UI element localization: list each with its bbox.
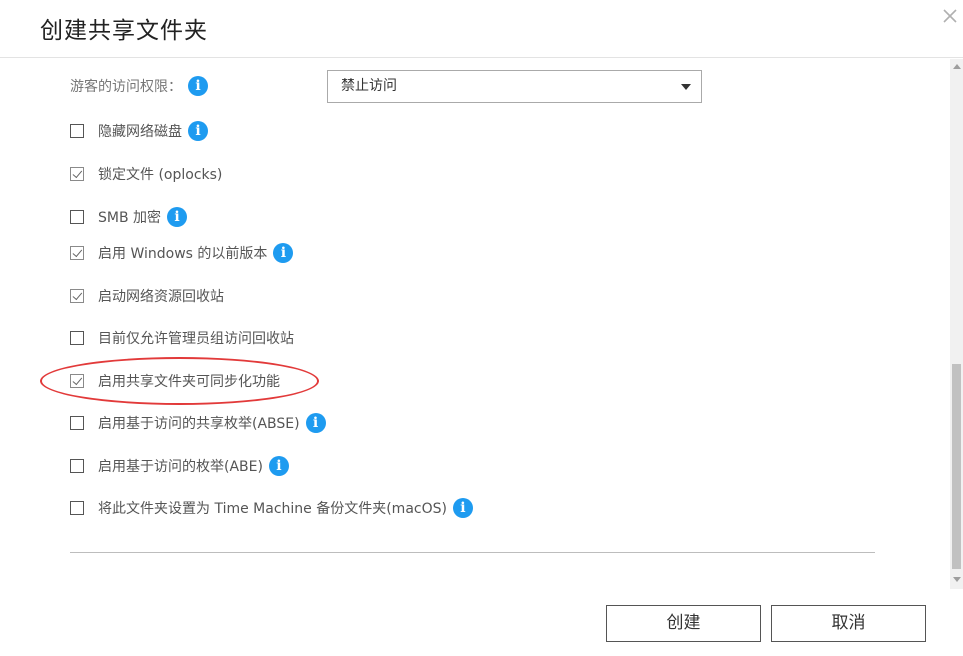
close-icon[interactable] — [938, 4, 962, 28]
dialog-header: 创建共享文件夹 — [0, 0, 963, 58]
option-label: SMB 加密 — [98, 210, 162, 226]
info-icon[interactable]: i — [268, 456, 289, 476]
option-label: 将此文件夹设置为 Time Machine 备份文件夹(macOS) — [98, 501, 447, 517]
sync-checkbox[interactable] — [70, 374, 84, 388]
info-icon[interactable]: i — [273, 243, 294, 263]
option-row-recycle-bin[interactable]: 启动网络资源回收站 — [70, 285, 224, 307]
option-label: 锁定文件 (oplocks) — [98, 167, 223, 183]
create-button[interactable]: 创建 — [606, 605, 761, 642]
option-row-sync[interactable]: 启用共享文件夹可同步化功能 — [70, 370, 280, 392]
option-label: 启用共享文件夹可同步化功能 — [98, 374, 280, 390]
scrollbar-thumb[interactable] — [952, 364, 961, 569]
option-label: 目前仅允许管理员组访问回收站 — [98, 331, 294, 347]
option-row-hide-drive[interactable]: 隐藏网络磁盘 i — [70, 120, 208, 142]
guest-access-row: 游客的访问权限： i — [70, 75, 208, 97]
info-icon[interactable]: i — [167, 207, 188, 227]
abe-checkbox[interactable] — [70, 459, 84, 473]
info-icon[interactable]: i — [305, 413, 326, 433]
option-row-previous-versions[interactable]: 启用 Windows 的以前版本 i — [70, 242, 294, 264]
smb-encryption-checkbox[interactable] — [70, 210, 84, 224]
option-row-time-machine[interactable]: 将此文件夹设置为 Time Machine 备份文件夹(macOS) i — [70, 497, 473, 519]
previous-versions-checkbox[interactable] — [70, 246, 84, 260]
info-icon[interactable]: i — [188, 121, 208, 141]
scrollbar[interactable] — [950, 59, 963, 589]
abse-checkbox[interactable] — [70, 416, 84, 430]
option-row-smb-encryption[interactable]: SMB 加密 i — [70, 206, 188, 228]
option-label: 启用基于访问的共享枚举(ABSE) — [98, 416, 300, 432]
hide-drive-checkbox[interactable] — [70, 124, 84, 138]
option-label: 启动网络资源回收站 — [98, 289, 224, 305]
option-row-oplocks[interactable]: 锁定文件 (oplocks) — [70, 163, 222, 185]
option-row-abe[interactable]: 启用基于访问的枚举(ABE) i — [70, 455, 289, 477]
info-icon[interactable]: i — [452, 498, 473, 518]
option-label: 启用 Windows 的以前版本 — [98, 246, 268, 262]
divider — [70, 552, 875, 553]
option-label: 启用基于访问的枚举(ABE) — [98, 459, 263, 475]
info-icon[interactable]: i — [188, 76, 208, 96]
guest-access-select[interactable]: 禁止访问 — [327, 70, 702, 103]
dialog-content: 游客的访问权限： i 禁止访问 隐藏网络磁盘 i 锁定文件 (oplocks) … — [0, 59, 950, 589]
option-row-abse[interactable]: 启用基于访问的共享枚举(ABSE) i — [70, 412, 326, 434]
dialog-title: 创建共享文件夹 — [40, 18, 208, 44]
scroll-up-arrow-icon[interactable] — [953, 64, 961, 69]
oplocks-checkbox[interactable] — [70, 167, 84, 181]
time-machine-checkbox[interactable] — [70, 501, 84, 515]
chevron-down-icon — [681, 84, 691, 90]
option-label: 隐藏网络磁盘 — [98, 124, 182, 140]
admin-recycle-checkbox[interactable] — [70, 331, 84, 345]
guest-access-label: 游客的访问权限： — [70, 79, 182, 95]
cancel-button[interactable]: 取消 — [771, 605, 926, 642]
recycle-bin-checkbox[interactable] — [70, 289, 84, 303]
scroll-down-arrow-icon[interactable] — [953, 577, 961, 582]
guest-access-selected: 禁止访问 — [341, 78, 397, 94]
option-row-admin-recycle[interactable]: 目前仅允许管理员组访问回收站 — [70, 327, 294, 349]
